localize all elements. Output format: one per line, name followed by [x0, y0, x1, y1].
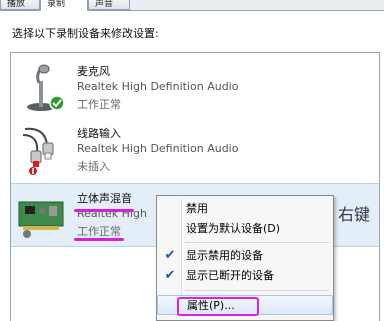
- menu-item-label: 显示禁用的设备: [186, 249, 263, 262]
- device-status: 工作正常: [77, 225, 121, 238]
- annotation-underline: [74, 209, 134, 212]
- menu-item-disable[interactable]: 禁用: [157, 199, 333, 219]
- instruction-text: 选择以下录制设备来修改设置:: [12, 27, 159, 40]
- device-name: 线路输入: [77, 127, 121, 140]
- menu-item-label: 设置为默认设备(D): [186, 222, 281, 235]
- device-item-microphone[interactable]: 麦克风 Realtek High Definition Audio 工作正常: [11, 57, 379, 119]
- tab-bar: 播放 录制 声音: [0, 0, 384, 11]
- unplugged-badge-icon: [29, 167, 37, 175]
- device-driver: Realtek High Definition Audio: [77, 142, 239, 155]
- menu-item-label: 禁用: [186, 202, 208, 215]
- check-badge-icon: [49, 95, 65, 111]
- device-status: 工作正常: [77, 98, 121, 111]
- menu-item-show-disabled[interactable]: ✔ 显示禁用的设备: [157, 246, 333, 266]
- microphone-icon: [17, 63, 67, 113]
- check-icon: ✔: [164, 268, 176, 283]
- sound-card-icon: [17, 190, 67, 240]
- device-item-line-in[interactable]: 线路输入 Realtek High Definition Audio 未插入: [11, 119, 379, 181]
- menu-item-show-disconnected[interactable]: ✔ 显示已断开的设备: [157, 266, 333, 286]
- disabled-badge-icon: [23, 230, 31, 238]
- line-in-cable-icon: [17, 125, 67, 175]
- device-name: 立体声混音: [77, 192, 132, 205]
- annotation-underline: [74, 238, 124, 241]
- device-name: 麦克风: [77, 65, 110, 78]
- tab-recording[interactable]: 录制: [40, 0, 88, 11]
- check-icon: ✔: [164, 248, 176, 263]
- menu-separator: [185, 242, 329, 243]
- tab-playback[interactable]: 播放: [0, 0, 40, 10]
- context-menu: 禁用 设置为默认设备(D) ✔ 显示禁用的设备 ✔ 显示已断开的设备 属性(P)…: [156, 195, 334, 321]
- annotation-highlight-box: [177, 297, 259, 316]
- device-driver: Realtek High Definition Audio: [77, 80, 239, 93]
- annotation-handwriting: 右键: [337, 205, 370, 224]
- tab-sounds[interactable]: 声音: [88, 0, 130, 10]
- device-status: 未插入: [77, 160, 110, 173]
- menu-item-label: 显示已断开的设备: [186, 269, 274, 282]
- menu-item-set-default[interactable]: 设置为默认设备(D): [157, 219, 333, 239]
- menu-separator: [185, 290, 329, 291]
